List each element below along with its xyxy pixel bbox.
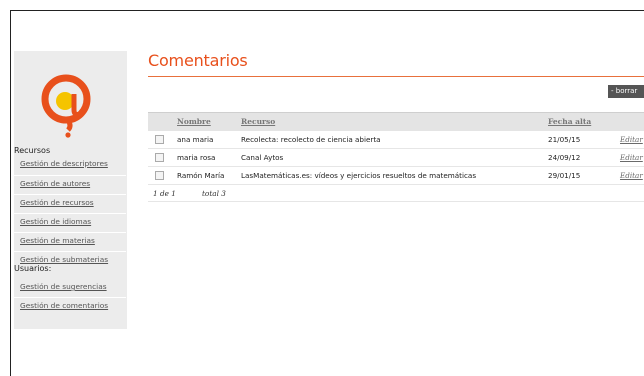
sidebar-item-sugerencias[interactable]: Gestión de sugerencias bbox=[20, 282, 124, 291]
total-count: total 3 bbox=[202, 189, 226, 198]
sidebar-item-submaterias[interactable]: Gestión de submaterias bbox=[20, 255, 124, 264]
cell-nombre: maria rosa bbox=[177, 153, 216, 162]
sidebar-heading-recursos: Recursos bbox=[14, 146, 51, 155]
title-divider bbox=[148, 76, 644, 77]
page-title: Comentarios bbox=[148, 51, 248, 70]
table-row: ana maria Recolecta: recolecto de cienci… bbox=[148, 131, 644, 149]
sidebar-item-recursos[interactable]: Gestión de recursos bbox=[20, 198, 124, 207]
table-row: Ramón María LasMatemáticas.es: vídeos y … bbox=[148, 167, 644, 185]
cell-nombre: Ramón María bbox=[177, 171, 225, 180]
cell-recurso: Canal Aytos bbox=[241, 153, 284, 162]
row-checkbox[interactable] bbox=[155, 153, 164, 162]
row-checkbox[interactable] bbox=[155, 135, 164, 144]
divider bbox=[14, 213, 126, 214]
sidebar-item-autores[interactable]: Gestión de autores bbox=[20, 179, 124, 188]
divider bbox=[14, 175, 126, 176]
row-checkbox[interactable] bbox=[155, 171, 164, 180]
edit-link[interactable]: Editar bbox=[620, 171, 643, 180]
edit-link[interactable]: Editar bbox=[620, 135, 643, 144]
table-header: Nombre Recurso Fecha alta bbox=[148, 112, 644, 131]
divider bbox=[14, 232, 126, 233]
column-header-nombre[interactable]: Nombre bbox=[177, 117, 211, 126]
table-row: maria rosa Canal Aytos 24/09/12 Editar bbox=[148, 149, 644, 167]
cell-nombre: ana maria bbox=[177, 135, 214, 144]
delete-button[interactable]: - borrar bbox=[608, 85, 644, 98]
cell-recurso: LasMatemáticas.es: vídeos y ejercicios r… bbox=[241, 171, 477, 180]
pagination: 1 de 1 total 3 bbox=[148, 185, 644, 202]
column-header-fecha-alta[interactable]: Fecha alta bbox=[548, 117, 591, 126]
sidebar-item-idiomas[interactable]: Gestión de idiomas bbox=[20, 217, 124, 226]
sidebar-heading-usuarios: Usuarios: bbox=[14, 264, 52, 273]
sidebar-item-comentarios[interactable]: Gestión de comentarios bbox=[20, 301, 124, 310]
cell-recurso: Recolecta: recolecto de ciencia abierta bbox=[241, 135, 381, 144]
sidebar-item-descriptores[interactable]: Gestión de descriptores bbox=[20, 159, 124, 168]
divider bbox=[14, 297, 126, 298]
sidebar-item-materias[interactable]: Gestión de materias bbox=[20, 236, 124, 245]
logo-icon bbox=[41, 74, 91, 138]
page-indicator: 1 de 1 bbox=[153, 189, 176, 198]
column-header-recurso[interactable]: Recurso bbox=[241, 117, 275, 126]
cell-fecha: 29/01/15 bbox=[548, 171, 581, 180]
divider bbox=[14, 251, 126, 252]
cell-fecha: 21/05/15 bbox=[548, 135, 581, 144]
edit-link[interactable]: Editar bbox=[620, 153, 643, 162]
divider bbox=[14, 194, 126, 195]
cell-fecha: 24/09/12 bbox=[548, 153, 581, 162]
